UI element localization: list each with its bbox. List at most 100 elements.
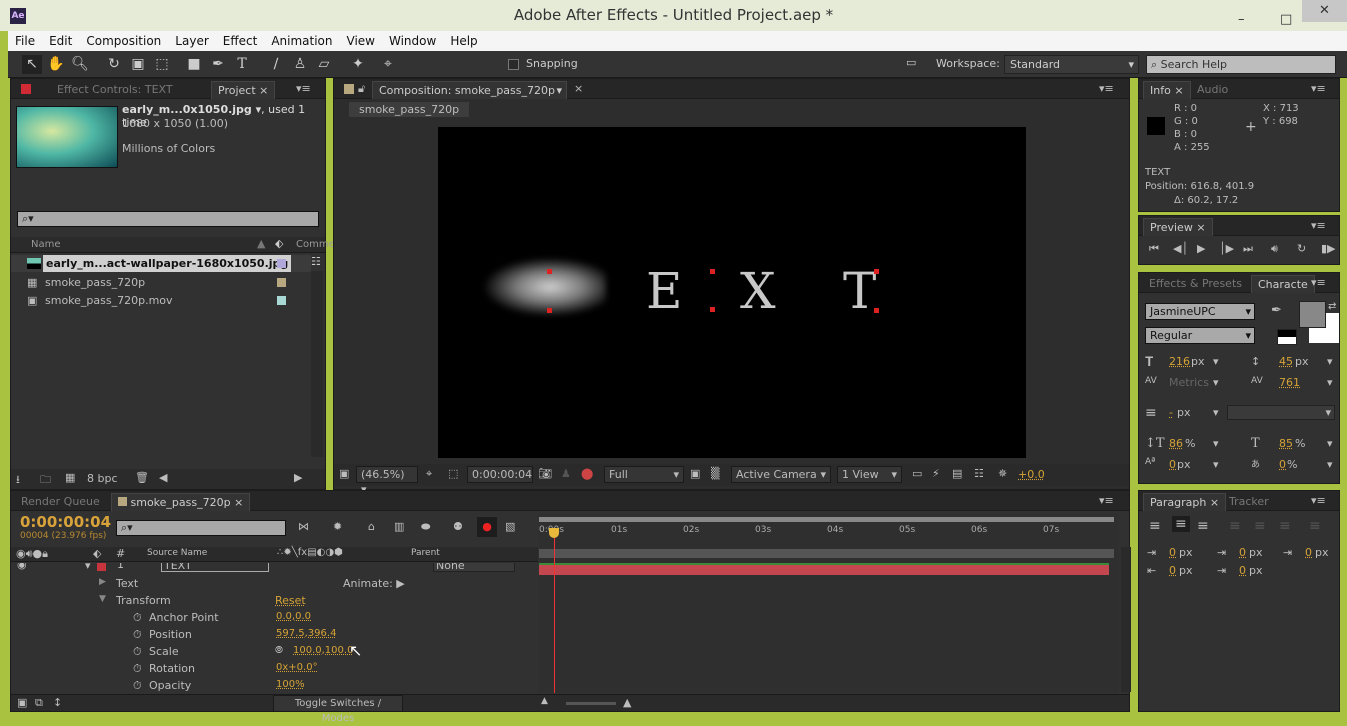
stopwatch-icon[interactable]: ⏱︎ [133, 679, 142, 693]
property-transform[interactable]: Transform [116, 594, 171, 607]
tab-audio[interactable]: Audio [1191, 81, 1234, 99]
tab-effects-presets[interactable]: Effects & Presets [1143, 275, 1248, 293]
chevron-down-icon[interactable]: ▾ [1327, 376, 1333, 389]
column-comment[interactable]: Comme [296, 239, 335, 250]
chevron-down-icon[interactable]: ▾ [1213, 355, 1219, 368]
layer-handle[interactable] [547, 308, 552, 313]
loop-icon[interactable]: ↻ [1297, 242, 1306, 255]
layer-handle[interactable] [874, 269, 879, 274]
workspace-select[interactable]: Standard ▾ [1004, 55, 1139, 74]
zoom-in-icon[interactable]: ▲ [623, 696, 631, 709]
label-color-swatch[interactable] [277, 296, 286, 305]
stopwatch-icon[interactable]: ⏱︎ [133, 611, 142, 625]
new-folder-icon[interactable]: 🗀︎ [40, 471, 51, 490]
selection-tool-icon[interactable]: ↖ [22, 55, 42, 74]
chevron-down-icon[interactable]: ▾ [1327, 355, 1333, 368]
pan-behind-tool-icon[interactable]: ⬚ [152, 55, 172, 74]
timeline-track-area[interactable]: 0:00s01s02s03s04s05s06s07s [539, 513, 1119, 693]
camera-select[interactable]: Active Camera ▾ [731, 466, 831, 483]
align-right-icon[interactable]: ≡ [1197, 518, 1209, 534]
composition-mini-flowchart-icon[interactable]: ⋈ [298, 520, 309, 533]
menu-animation[interactable]: Animation [271, 31, 332, 51]
tab-render-queue[interactable]: Render Queue [15, 493, 106, 511]
last-frame-icon[interactable]: ⏭ [1243, 242, 1253, 256]
expand-text-icon[interactable]: ▶ [99, 577, 106, 587]
space-after-value[interactable]: 0 [1239, 564, 1246, 577]
ram-preview-icon[interactable]: ▮▶ [1321, 242, 1336, 255]
stopwatch-icon[interactable]: ⏱︎ [133, 662, 142, 676]
project-search-input[interactable]: ⌕▾ [17, 211, 319, 227]
fast-previews-icon[interactable]: ⚡ [932, 467, 940, 480]
current-time-indicator[interactable] [554, 531, 555, 693]
menu-file[interactable]: File [15, 31, 35, 51]
timeline-scrollbar[interactable] [1121, 547, 1131, 692]
panel-menu-icon[interactable]: ▾≡ [296, 82, 311, 95]
justify-last-center-icon[interactable]: ≡ [1254, 518, 1266, 534]
transform-reset-button[interactable]: Reset [275, 594, 306, 607]
current-time-display[interactable]: 0:00:00:04 [20, 513, 111, 531]
justify-all-icon[interactable]: ≡ [1309, 518, 1321, 534]
expand-duration-icon[interactable]: ↕ [53, 696, 62, 709]
constrain-proportions-icon[interactable]: ⦾ [275, 645, 283, 656]
panel-menu-icon[interactable]: ▾≡ [1311, 276, 1326, 289]
indent-left-value[interactable]: 0 [1169, 546, 1176, 559]
previous-frame-icon[interactable]: ◀│ [1173, 242, 1188, 255]
stopwatch-icon[interactable]: ⏱︎ [133, 628, 142, 642]
camera-tool-icon[interactable]: ▣ [128, 55, 148, 74]
layer-handle[interactable] [710, 269, 715, 274]
align-left-icon[interactable]: ≡ [1149, 518, 1161, 534]
panel-menu-icon[interactable]: ▾≡ [1311, 219, 1326, 232]
justify-last-left-icon[interactable]: ≡ [1229, 518, 1241, 534]
scroll-right-icon[interactable]: ▶ [294, 471, 302, 484]
rectangle-tool-icon[interactable]: ■ [184, 55, 204, 74]
panel-menu-icon[interactable]: ▾≡ [1311, 82, 1326, 95]
flowchart-icon[interactable]: ☷ [311, 255, 321, 268]
frame-blending-icon[interactable]: ▥ [394, 520, 404, 533]
next-frame-icon[interactable]: │▶ [1219, 242, 1234, 255]
pixel-aspect-icon[interactable]: ▭ [912, 467, 922, 480]
view-layout-select[interactable]: 1 View ▾ [837, 466, 902, 483]
tab-info[interactable]: Info × [1143, 81, 1191, 99]
swap-colors-icon[interactable]: ⇄ [1328, 301, 1336, 312]
channels-icon[interactable]: ⬤ [581, 467, 593, 480]
menu-help[interactable]: Help [450, 31, 477, 51]
label-color-swatch[interactable] [277, 278, 286, 287]
align-center-icon[interactable]: ≡ [1172, 516, 1190, 532]
panel-menu-icon[interactable]: ▾≡ [1099, 494, 1114, 507]
parent-select[interactable]: None [433, 563, 515, 572]
indent-first-line-value[interactable]: 0 [1305, 546, 1312, 559]
tab-character[interactable]: Characte [1251, 275, 1315, 293]
tsume-value[interactable]: 0 [1279, 458, 1286, 471]
column-name[interactable]: Name [31, 239, 61, 250]
hide-shy-layers-icon[interactable]: ⌂ [368, 520, 375, 533]
trash-icon[interactable]: 🗑︎ [135, 471, 149, 484]
toggle-mask-icon[interactable]: ⬚ [448, 467, 458, 480]
flowchart-icon[interactable]: ☷ [974, 467, 984, 480]
play-icon[interactable]: ▶ [1197, 242, 1205, 255]
graph-editor-icon[interactable]: ▧ [505, 520, 515, 533]
color-depth-button[interactable]: 8 bpc [87, 472, 118, 485]
font-style-select[interactable]: Regular ▾ [1145, 327, 1255, 344]
menu-edit[interactable]: Edit [49, 31, 72, 51]
comp-breadcrumb[interactable]: smoke_pass_720p [349, 102, 470, 117]
tab-tracker[interactable]: Tracker [1223, 493, 1275, 511]
work-area-bar[interactable] [539, 517, 1114, 522]
chevron-down-icon[interactable]: ▾ [1213, 458, 1219, 471]
toggle-switches-modes-button[interactable]: Toggle Switches / Modes [273, 695, 403, 724]
brainstorm-icon[interactable]: ⚉ [453, 520, 463, 533]
tracking-value[interactable]: 761 [1279, 376, 1300, 389]
timeline-icon[interactable]: ▤ [952, 467, 962, 480]
lock-icon[interactable]: 🔓︎ [358, 82, 365, 96]
clone-stamp-tool-icon[interactable]: ♙ [290, 55, 310, 74]
timeline-search-input[interactable]: ⌕▾ [116, 520, 286, 536]
leading-value[interactable]: 45 [1279, 355, 1293, 368]
vertical-scale-value[interactable]: 86 [1169, 437, 1183, 450]
zoom-out-icon[interactable]: ▲ [541, 696, 548, 706]
animate-button[interactable]: Animate: ▶ [343, 577, 405, 590]
layer-label-color[interactable] [97, 563, 106, 571]
scroll-left-icon[interactable]: ◀ [159, 471, 167, 484]
menu-window[interactable]: Window [389, 31, 436, 51]
file-name[interactable]: early_m...0x1050.jpg ▾ [122, 103, 261, 116]
transparency-grid-icon[interactable]: ▒ [711, 467, 719, 480]
layer-handle[interactable] [547, 269, 552, 274]
